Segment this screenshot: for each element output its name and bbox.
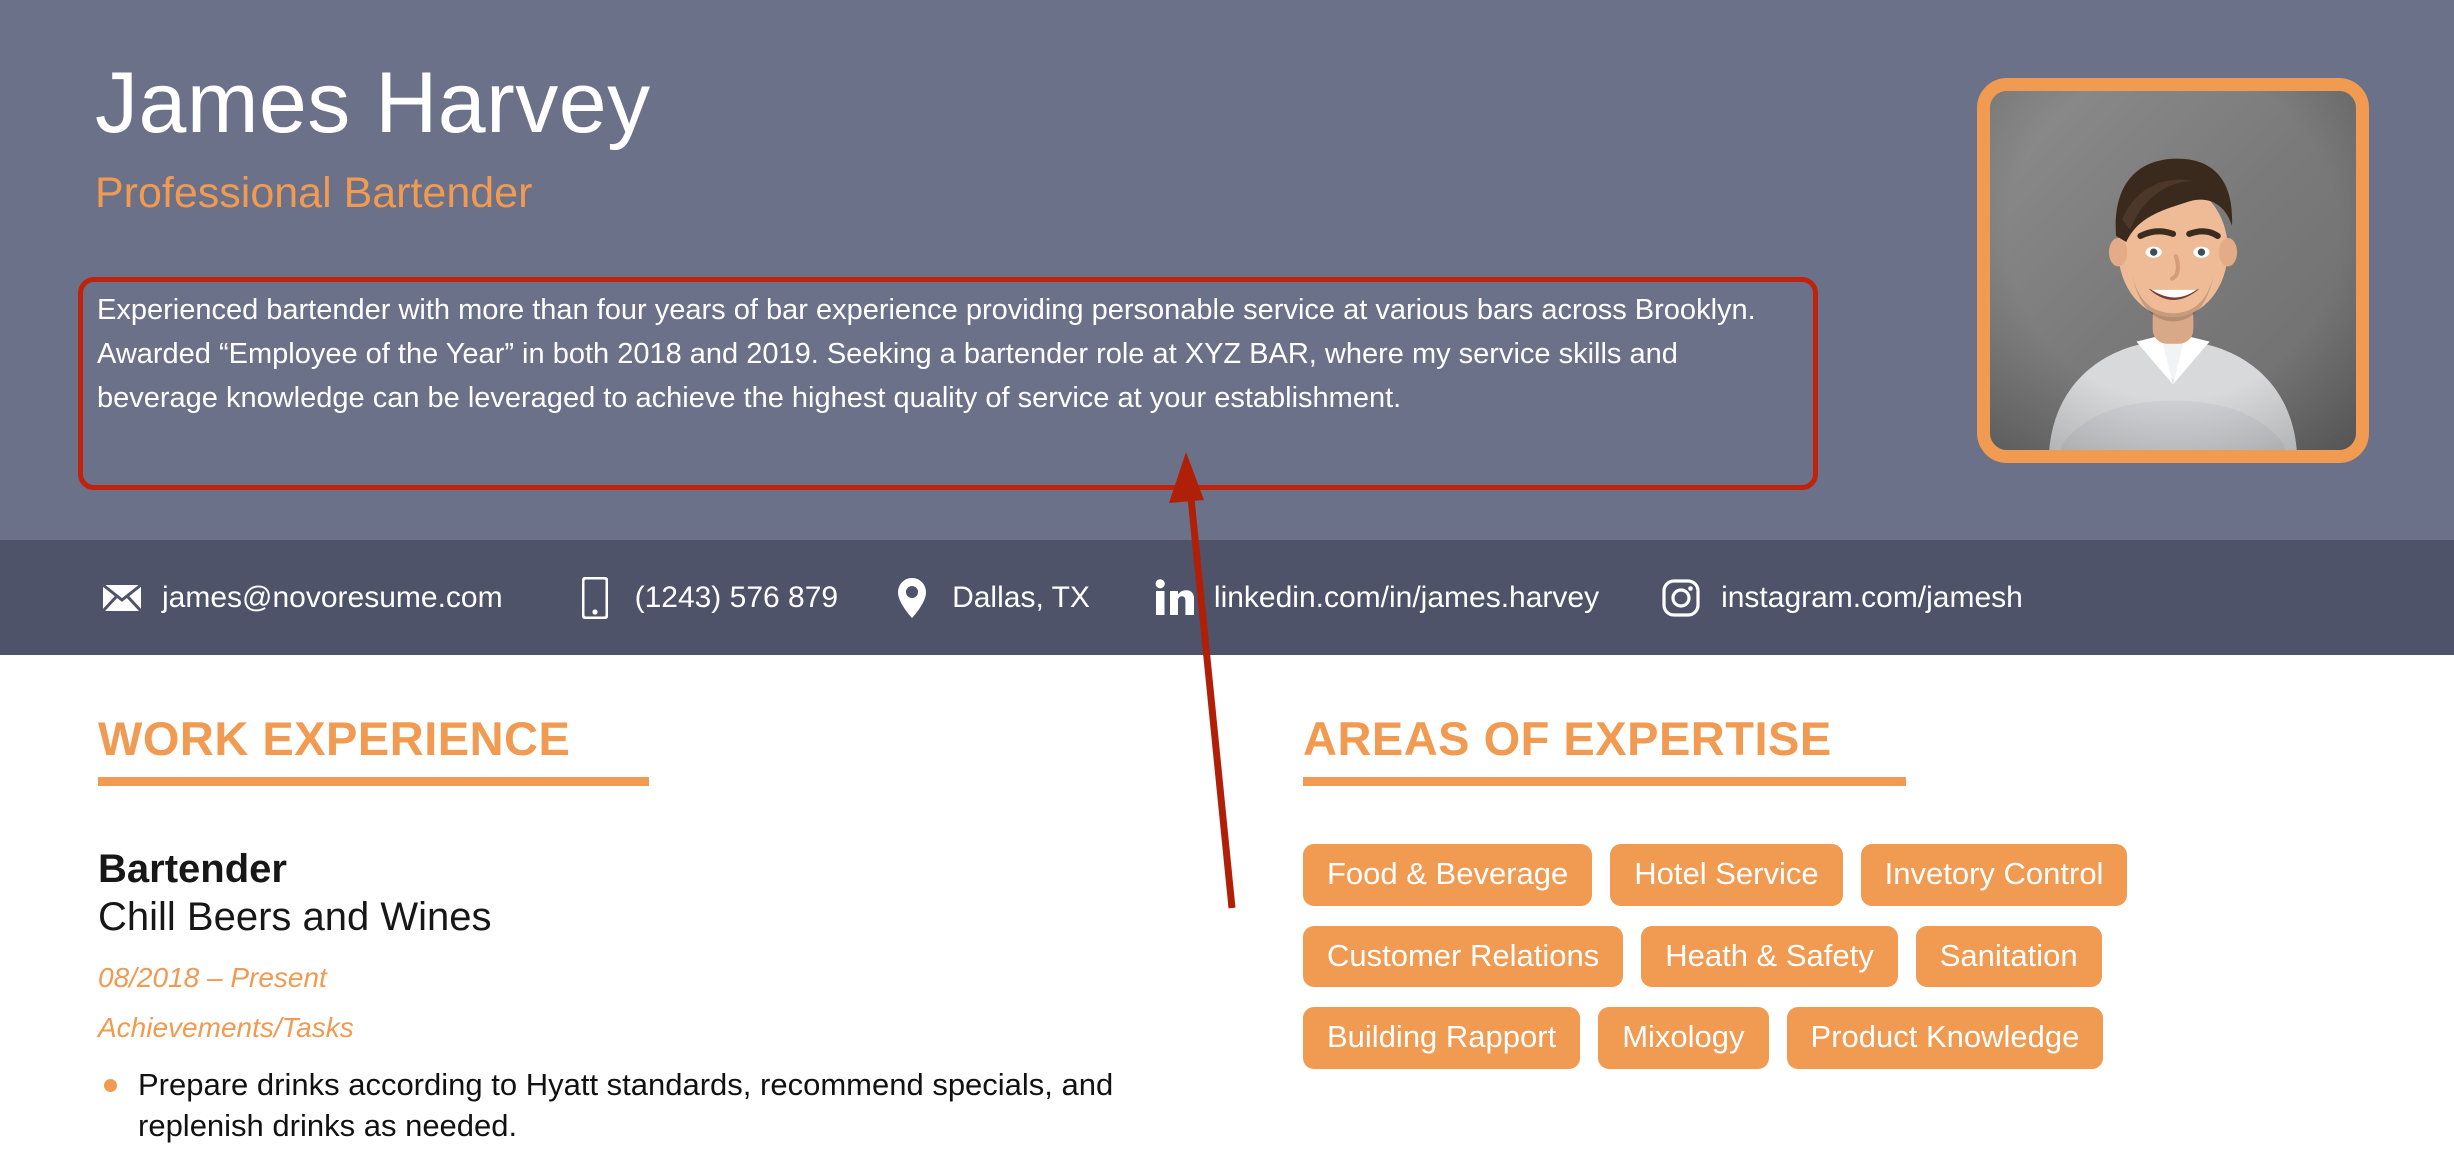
- areas-of-expertise-heading: AREAS OF EXPERTISE: [1303, 712, 1832, 765]
- profile-summary-text: Experienced bartender with more than fou…: [97, 294, 1756, 414]
- mobile-phone-icon: [573, 576, 617, 620]
- contact-instagram-label: instagram.com/jamesh: [1721, 580, 2023, 614]
- skill-tag[interactable]: Building Rapport: [1303, 1007, 1581, 1069]
- contact-item-location[interactable]: Dallas, TX: [890, 576, 1090, 620]
- map-pin-icon: [890, 576, 934, 620]
- contact-linkedin-label: linkedin.com/in/james.harvey: [1213, 580, 1600, 614]
- resume-header: James Harvey Professional Bartender Expe…: [0, 0, 2454, 540]
- contact-location-label: Dallas, TX: [952, 580, 1090, 614]
- instagram-icon: [1659, 576, 1703, 620]
- header-text-block: James Harvey Professional Bartender: [95, 60, 1855, 215]
- skill-tag[interactable]: Hotel Service: [1610, 844, 1843, 906]
- work-experience-section: WORK EXPERIENCE Bartender Chill Beers an…: [98, 715, 1198, 1146]
- achievements-subheading: Achievements/Tasks: [98, 1012, 354, 1043]
- work-experience-entry: Bartender Chill Beers and Wines 08/2018 …: [98, 848, 1198, 1146]
- skill-tag[interactable]: Heath & Safety: [1641, 925, 1898, 988]
- contact-item-linkedin[interactable]: linkedin.com/in/james.harvey: [1152, 576, 1599, 620]
- contact-email-label: james@novoresume.com: [162, 580, 503, 614]
- resume-page: James Harvey Professional Bartender Expe…: [0, 0, 2454, 1154]
- skill-tag[interactable]: Customer Relations: [1303, 925, 1624, 988]
- job-title-subtitle: Professional Bartender: [95, 169, 533, 217]
- contact-bar: james@novoresume.com (1243) 576 879 Dall…: [0, 540, 2454, 655]
- section-underline: [1303, 777, 1906, 786]
- resume-body: WORK EXPERIENCE Bartender Chill Beers an…: [0, 655, 2454, 1154]
- profile-photo-frame: [1977, 78, 2369, 463]
- achievements-list: Prepare drinks according to Hyatt standa…: [98, 1064, 1198, 1146]
- contact-item-instagram[interactable]: instagram.com/jamesh: [1659, 576, 2023, 620]
- job-role: Bartender: [98, 847, 287, 891]
- contact-item-phone[interactable]: (1243) 576 879: [573, 576, 839, 620]
- areas-of-expertise-section: AREAS OF EXPERTISE Food & Beverage Hotel…: [1303, 715, 2303, 1069]
- contact-item-email[interactable]: james@novoresume.com: [100, 576, 503, 620]
- skill-tag-list: Food & Beverage Hotel Service Invetory C…: [1303, 844, 2303, 1069]
- linkedin-icon: [1152, 576, 1196, 620]
- skill-tag[interactable]: Sanitation: [1915, 925, 2102, 988]
- skill-tag[interactable]: Food & Beverage: [1303, 844, 1593, 906]
- list-item: Prepare drinks according to Hyatt standa…: [98, 1064, 1118, 1146]
- avatar: [1990, 91, 2356, 450]
- skill-tag[interactable]: Product Knowledge: [1786, 1007, 2104, 1069]
- work-experience-heading: WORK EXPERIENCE: [98, 712, 571, 765]
- skill-tag[interactable]: Invetory Control: [1860, 844, 2128, 906]
- envelope-icon: [100, 576, 144, 620]
- job-dates: 08/2018 – Present: [98, 962, 327, 993]
- job-company: Chill Beers and Wines: [98, 895, 492, 939]
- contact-phone-label: (1243) 576 879: [634, 580, 839, 614]
- skill-tag[interactable]: Mixology: [1598, 1007, 1769, 1069]
- page-title: James Harvey: [95, 55, 651, 151]
- section-underline: [98, 777, 649, 786]
